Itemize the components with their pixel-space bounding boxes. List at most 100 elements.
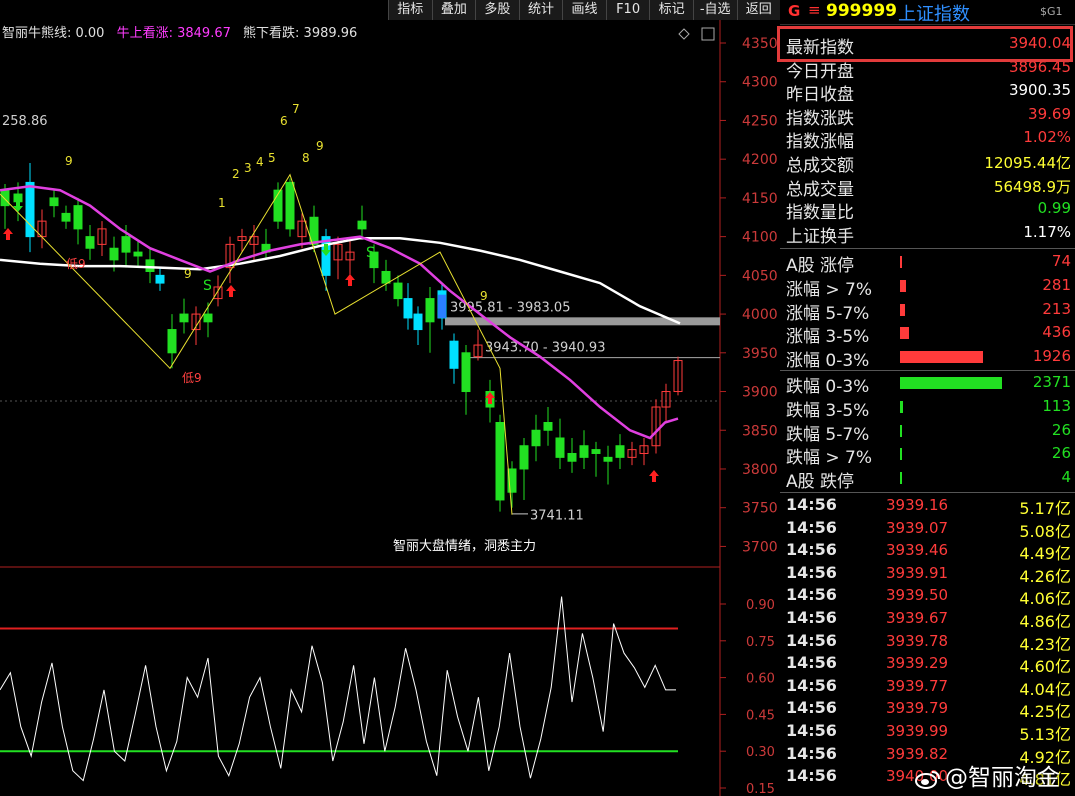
candle-body bbox=[543, 422, 553, 431]
osc-axis-label: 0.45 bbox=[746, 708, 775, 723]
toolbar-btn-0[interactable]: 指标 bbox=[388, 0, 432, 20]
legend-main: 智丽牛熊线: 0.00 bbox=[2, 26, 105, 41]
tick-price: 3939.46 bbox=[886, 541, 949, 560]
td-number: 6 bbox=[280, 114, 288, 128]
breadth-bar bbox=[900, 351, 983, 364]
candle-body bbox=[285, 181, 295, 230]
tick-row[interactable]: 14:56 3939.99 5.13亿 bbox=[780, 720, 1075, 744]
td-number: 1 bbox=[218, 196, 226, 210]
tick-price: 3939.79 bbox=[886, 699, 949, 718]
quote-value: 1.02% bbox=[1023, 128, 1071, 147]
quote-panel: G ≡ 999999 上证指数 $G1 最新指数 3940.04 今日开盘 3896.… bbox=[780, 0, 1075, 796]
up-arrow bbox=[3, 228, 13, 240]
tick-row[interactable]: 14:56 3939.67 4.86亿 bbox=[780, 607, 1075, 631]
tick-time: 14:56 bbox=[786, 766, 837, 786]
breadth-label: 涨幅 3-5% bbox=[786, 327, 870, 348]
candle-body bbox=[461, 352, 471, 393]
divider bbox=[780, 492, 1075, 493]
tick-row[interactable]: 14:56 3939.46 4.49亿 bbox=[780, 539, 1075, 563]
price-axis-label: 3950 bbox=[742, 346, 778, 362]
left-price-label: 258.86 bbox=[2, 114, 48, 129]
toolbar-btn-6[interactable]: 标记 bbox=[649, 0, 693, 20]
breadth-value: 2371 bbox=[1032, 373, 1071, 391]
quote-label: 总成交额 bbox=[786, 156, 854, 176]
highlight-box bbox=[777, 26, 1073, 62]
toolbar-btn-7[interactable]: -自选 bbox=[692, 0, 737, 20]
quote-label: 昨日收盘 bbox=[786, 85, 854, 106]
tick-row[interactable]: 14:56 3939.50 4.06亿 bbox=[780, 584, 1075, 608]
candle-body bbox=[109, 247, 119, 261]
tick-amount: 4.26亿 bbox=[1019, 566, 1071, 586]
breadth-value: 26 bbox=[1051, 444, 1071, 463]
sell-signal: S bbox=[203, 278, 212, 294]
breadth-label: 跌幅 0-3% bbox=[786, 377, 870, 397]
tick-time: 14:56 bbox=[786, 698, 837, 718]
tick-amount: 4.06亿 bbox=[1019, 589, 1071, 609]
candle-body bbox=[555, 437, 565, 458]
quote-value: 12095.44亿 bbox=[984, 154, 1071, 172]
toolbar-btn-5[interactable]: F10 bbox=[605, 0, 650, 20]
tick-time: 14:56 bbox=[786, 495, 837, 514]
up-arrow bbox=[649, 470, 659, 482]
tick-amount: 5.13亿 bbox=[1019, 725, 1071, 744]
breadth-label: A股 跌停 bbox=[786, 472, 855, 493]
tick-amount: 4.23亿 bbox=[1019, 634, 1071, 654]
menu-icon[interactable]: ≡ bbox=[808, 1, 821, 19]
candle-body bbox=[603, 456, 613, 462]
price-axis-label: 4100 bbox=[742, 230, 778, 246]
candle-body bbox=[449, 340, 459, 369]
td-number: 9 bbox=[184, 267, 192, 281]
candle-body bbox=[579, 445, 589, 458]
breadth-value: 113 bbox=[1042, 396, 1071, 415]
tick-amount: 5.08亿 bbox=[1019, 521, 1071, 541]
breadth-value: 213 bbox=[1042, 299, 1071, 318]
tick-amount: 4.86亿 bbox=[1019, 612, 1071, 631]
toolbar-btn-8[interactable]: 返回 bbox=[736, 0, 781, 20]
breadth-value: 74 bbox=[1051, 252, 1071, 270]
tick-row[interactable]: 14:56 3939.29 4.60亿 bbox=[780, 652, 1075, 676]
toolbar-btn-3[interactable]: 统计 bbox=[518, 0, 563, 20]
osc-axis-label: 0.30 bbox=[746, 745, 775, 760]
quote-label: 总成交量 bbox=[786, 179, 854, 200]
tick-row[interactable]: 14:56 3939.07 5.08亿 bbox=[780, 517, 1075, 541]
tick-price: 3939.77 bbox=[886, 676, 949, 695]
price-axis-label: 4000 bbox=[742, 307, 778, 323]
tick-price: 3939.78 bbox=[886, 631, 949, 650]
breadth-row: 跌幅 > 7% 26 bbox=[780, 442, 1075, 468]
tick-time: 14:56 bbox=[786, 721, 837, 740]
tick-row[interactable]: 14:56 3939.16 5.17亿 bbox=[780, 494, 1075, 518]
candle-body bbox=[519, 445, 529, 470]
candle-body bbox=[73, 205, 83, 230]
price-axis-label: 3800 bbox=[742, 462, 778, 478]
chart-caption: 智丽大盘情绪，洞悉主力 bbox=[393, 538, 536, 554]
breadth-bar bbox=[900, 377, 1002, 389]
candle-body bbox=[0, 189, 10, 207]
tick-time: 14:56 bbox=[786, 562, 837, 582]
breadth-row: A股 跌停 4 bbox=[780, 466, 1075, 493]
osc-axis-label: 0.15 bbox=[746, 782, 775, 796]
candle-body bbox=[49, 197, 59, 207]
kline-chart[interactable]: 4350 4300 4250 4200 4150 4100 4050 4000 3950 3900… bbox=[0, 0, 780, 796]
toolbar-btn-1[interactable]: 叠加 bbox=[431, 0, 476, 20]
osc-axis-label: 0.90 bbox=[746, 598, 775, 613]
candle-body bbox=[438, 294, 446, 318]
toolbar-btn-2[interactable]: 多股 bbox=[475, 0, 519, 20]
stock-code: 999999 bbox=[826, 1, 897, 21]
tick-row[interactable]: 14:56 3939.79 4.25亿 bbox=[780, 697, 1075, 721]
td-number: 8 bbox=[302, 151, 310, 165]
g-icon[interactable]: G bbox=[788, 2, 800, 20]
tick-price: 3939.99 bbox=[886, 722, 949, 740]
tick-price: 3939.16 bbox=[886, 496, 949, 514]
quote-row: 上证换手 1.17% bbox=[780, 221, 1075, 247]
tick-row[interactable]: 14:56 3939.91 4.26亿 bbox=[780, 562, 1075, 586]
tick-time: 14:56 bbox=[786, 517, 837, 537]
quote-row: 指数量比 0.99 bbox=[780, 197, 1075, 223]
toolbar-btn-4[interactable]: 画线 bbox=[562, 0, 606, 20]
tick-row[interactable]: 14:56 3939.78 4.23亿 bbox=[780, 630, 1075, 654]
low9-label: 低9 bbox=[66, 257, 86, 271]
quote-value: 1.17% bbox=[1023, 222, 1071, 241]
candle-body bbox=[203, 313, 213, 323]
tick-row[interactable]: 14:56 3939.77 4.04亿 bbox=[780, 675, 1075, 699]
td-number: 3 bbox=[244, 161, 252, 175]
quote-row: 总成交额 12095.44亿 bbox=[780, 150, 1075, 176]
